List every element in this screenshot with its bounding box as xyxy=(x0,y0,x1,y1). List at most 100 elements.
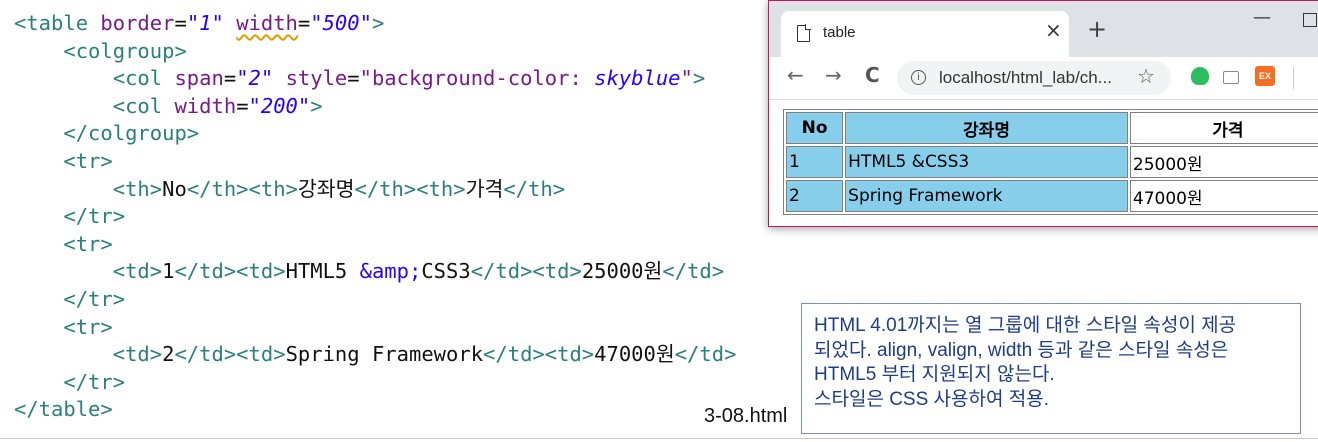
note-line: HTML5 부터 지원되지 않는다. xyxy=(814,364,1055,385)
extension-icon[interactable] xyxy=(1223,71,1239,84)
code-token: = xyxy=(297,11,311,35)
code-line: <col span="2" style="background-color: s… xyxy=(14,65,736,93)
code-line: <td>2</td><td>Spring Framework</td><td>4… xyxy=(14,341,737,369)
code-token: </tr> xyxy=(63,286,126,311)
code-token: "500" xyxy=(310,11,372,35)
code-token: style xyxy=(285,66,348,91)
code-token: <tr> xyxy=(63,314,113,339)
code-token: <tr> xyxy=(63,231,113,256)
code-token: </td><td> xyxy=(483,342,595,367)
code-token: CSS3 xyxy=(421,259,471,284)
page-viewport: No 강좌명 가격 1 HTML5 &CSS3 25000원 2 Spring … xyxy=(769,100,1318,226)
note-line: 되었다. align, valign, width 등과 같은 스타일 속성은 xyxy=(814,339,1229,361)
page-icon xyxy=(797,24,811,42)
bookmark-star-icon[interactable]: ☆ xyxy=(1137,64,1155,88)
code-line: </tr> xyxy=(14,286,736,314)
file-name-label: 3-08.html xyxy=(704,405,788,427)
code-token: </th> xyxy=(503,176,566,201)
code-token: width xyxy=(174,93,237,118)
code-line: <tr> xyxy=(14,231,736,259)
code-line: <colgroup> xyxy=(14,38,736,66)
table-row: 1 HTML5 &CSS3 25000원 xyxy=(786,146,1318,178)
code-token: <colgroup> xyxy=(63,38,187,63)
table-cell: HTML5 &CSS3 xyxy=(845,146,1128,178)
code-token: border xyxy=(100,11,175,35)
table-row: 2 Spring Framework 47000원 xyxy=(786,180,1318,212)
code-token: = xyxy=(223,66,237,91)
code-line: </tr> xyxy=(14,203,736,231)
code-token: <col xyxy=(112,93,175,118)
code-token: </colgroup> xyxy=(63,121,200,146)
code-line: <table border="1" width="500"> xyxy=(14,10,736,38)
code-token: <td> xyxy=(112,259,163,284)
code-token: width xyxy=(236,11,298,35)
code-token: "2" xyxy=(236,66,274,91)
new-tab-button[interactable]: + xyxy=(1087,15,1107,43)
ex-extension-icon[interactable]: EX xyxy=(1255,66,1275,86)
code-token: 1 xyxy=(162,259,175,284)
code-token: </td><td> xyxy=(174,342,286,367)
reload-button[interactable]: C xyxy=(865,63,880,87)
table-cell: 47000원 xyxy=(1129,180,1318,212)
code-line: </colgroup> xyxy=(14,120,736,148)
browser-toolbar: ← → C i localhost/html_lab/ch... ☆ EX xyxy=(769,57,1318,100)
close-tab-icon[interactable]: × xyxy=(1045,18,1062,42)
code-token: &amp; xyxy=(359,259,422,284)
code-token: > xyxy=(692,66,706,91)
table-cell: 2 xyxy=(786,180,844,212)
forward-button[interactable]: → xyxy=(825,63,842,87)
code-line: </tr> xyxy=(14,369,736,397)
explanation-note: HTML 4.01까지는 열 그룹에 대한 스타일 속성이 제공 되었다. al… xyxy=(801,303,1301,434)
code-token: "background-color: xyxy=(359,66,595,91)
back-button[interactable]: ← xyxy=(787,63,804,87)
code-line: </table> xyxy=(14,396,736,424)
code-token: Spring Framework xyxy=(285,342,484,367)
code-token: <th> xyxy=(112,176,163,201)
code-token: No xyxy=(162,176,187,201)
minimize-button[interactable]: — xyxy=(1253,7,1271,28)
code-token: <col xyxy=(112,66,175,91)
info-icon[interactable]: i xyxy=(911,70,926,85)
address-bar[interactable]: i localhost/html_lab/ch... ☆ xyxy=(897,61,1171,95)
code-token: </tr> xyxy=(63,204,126,229)
maximize-button[interactable] xyxy=(1303,13,1317,27)
code-token: = xyxy=(347,66,360,91)
evernote-extension-icon[interactable] xyxy=(1191,67,1209,85)
table-cell: Spring Framework xyxy=(845,180,1128,212)
table-cell: 1 xyxy=(786,146,844,178)
code-line: <td>1</td><td>HTML5 &amp;CSS3</td><td>25… xyxy=(14,258,736,286)
browser-window: table × + — ← → C i localhost/html_lab/c… xyxy=(768,0,1318,227)
code-token: </td> xyxy=(662,259,725,284)
code-line: <tr> xyxy=(14,314,736,342)
note-line: HTML 4.01까지는 열 그룹에 대한 스타일 속성이 제공 xyxy=(814,315,1237,336)
code-token: <table xyxy=(14,11,101,35)
code-token: "1" xyxy=(186,11,224,35)
url-text[interactable]: localhost/html_lab/ch... xyxy=(939,68,1112,88)
code-token: > xyxy=(310,93,323,118)
tab-table[interactable]: table × xyxy=(781,11,1069,57)
code-token: = xyxy=(174,11,187,35)
code-line: <th>No</th><th>강좌명</th><th>가격</th> xyxy=(14,176,736,204)
code-token: </th><th> xyxy=(354,176,466,201)
code-token: skyblue xyxy=(594,66,681,91)
header-no: No xyxy=(786,112,844,144)
code-token: </td> xyxy=(674,342,737,367)
code-token: " xyxy=(680,66,693,91)
code-token: </th><th> xyxy=(186,176,298,201)
code-token: HTML5 xyxy=(285,259,360,284)
code-token: 25000원 xyxy=(581,259,663,284)
table-header-row: No 강좌명 가격 xyxy=(786,112,1318,144)
code-token: "200" xyxy=(248,93,311,118)
html-code-block: <table border="1" width="500"> <colgroup… xyxy=(14,10,736,424)
code-token: = xyxy=(236,93,249,118)
